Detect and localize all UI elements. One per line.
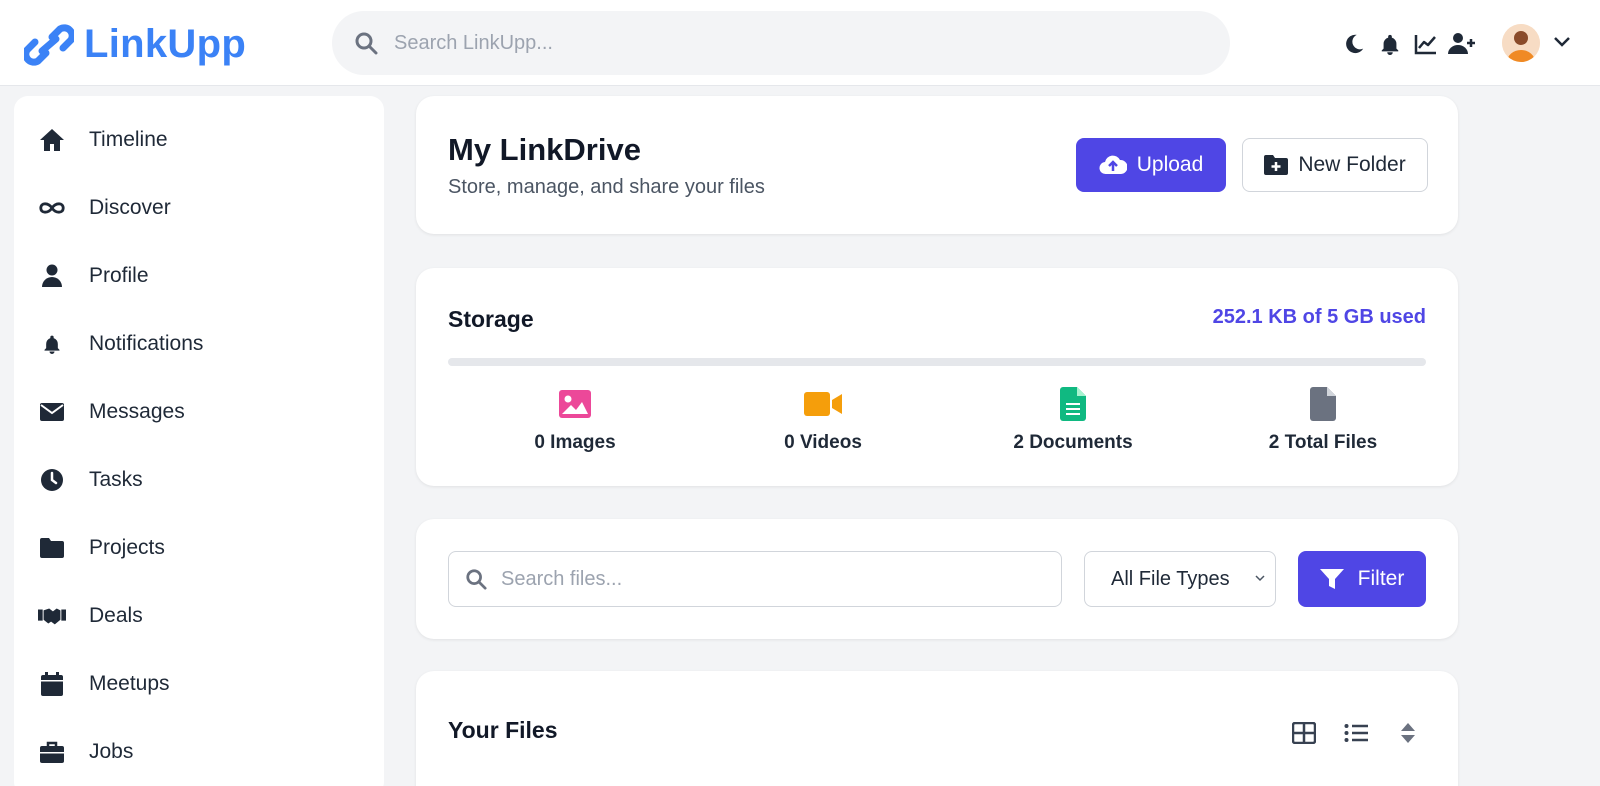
image-icon	[446, 386, 704, 422]
home-icon	[38, 126, 66, 154]
logo[interactable]: LinkUpp	[24, 22, 246, 67]
sidebar-item-tasks[interactable]: Tasks	[14, 450, 384, 510]
sort-button[interactable]	[1394, 719, 1422, 747]
folder-icon	[38, 534, 66, 562]
sidebar-item-label: Tasks	[89, 468, 143, 491]
global-search	[332, 11, 1230, 75]
file-type-selected: All File Types	[1111, 567, 1230, 590]
sidebar-item-jobs[interactable]: Jobs	[14, 722, 384, 782]
file-type-select[interactable]: All File Types	[1084, 551, 1276, 607]
top-header: LinkUpp	[0, 0, 1600, 86]
sidebar-item-meetups[interactable]: Meetups	[14, 654, 384, 714]
dark-mode-toggle[interactable]	[1336, 28, 1372, 60]
file-icon	[1198, 386, 1448, 422]
sidebar-item-deals[interactable]: Deals	[14, 586, 384, 646]
files-card: Your Files	[416, 671, 1458, 786]
sidebar-item-label: Projects	[89, 536, 165, 559]
sort-icon	[1401, 723, 1415, 743]
filter-card: All File Types Filter	[416, 519, 1458, 639]
storage-card: Storage 252.1 KB of 5 GB used 0 Images 0…	[416, 268, 1458, 486]
chart-line-icon	[1414, 35, 1436, 55]
app-name: LinkUpp	[84, 22, 247, 66]
search-icon	[466, 569, 487, 590]
view-controls	[1290, 719, 1422, 747]
stat-label: 0 Images	[534, 432, 616, 453]
user-plus-icon	[1448, 33, 1475, 54]
sidebar-item-timeline[interactable]: Timeline	[14, 110, 384, 170]
video-icon	[698, 386, 948, 422]
sidebar-item-label: Jobs	[89, 740, 134, 763]
sidebar: Timeline Discover Profile Notifications …	[14, 96, 384, 786]
sidebar-item-label: Meetups	[89, 672, 170, 695]
file-search	[448, 551, 1062, 607]
sidebar-item-discover[interactable]: Discover	[14, 178, 384, 238]
stat-documents: 2 Documents	[948, 386, 1198, 454]
handshake-icon	[38, 602, 66, 630]
sidebar-item-label: Profile	[89, 264, 149, 287]
grid-view-button[interactable]	[1290, 719, 1318, 747]
stat-label: 0 Videos	[784, 432, 862, 453]
stat-label: 2 Documents	[1013, 432, 1133, 453]
grid-icon	[1292, 722, 1316, 744]
bell-icon	[38, 330, 66, 358]
page-subtitle: Store, manage, and share your files	[448, 176, 765, 198]
sidebar-item-label: Notifications	[89, 332, 204, 355]
header-actions	[1336, 28, 1480, 60]
document-icon	[948, 386, 1198, 422]
list-view-button[interactable]	[1342, 719, 1370, 747]
moon-icon	[1346, 34, 1364, 54]
stat-total-files: 2 Total Files	[1198, 386, 1448, 454]
upload-button[interactable]: Upload	[1076, 138, 1226, 192]
calendar-icon	[38, 670, 66, 698]
link-icon	[24, 23, 74, 66]
briefcase-icon	[38, 738, 66, 766]
global-search-input[interactable]	[394, 31, 1174, 55]
search-icon	[355, 32, 378, 55]
folder-plus-icon	[1264, 155, 1289, 175]
filter-button[interactable]: Filter	[1298, 551, 1426, 607]
upload-label: Upload	[1136, 153, 1204, 176]
sidebar-item-projects[interactable]: Projects	[14, 518, 384, 578]
envelope-icon	[38, 398, 66, 426]
sidebar-item-label: Discover	[89, 196, 171, 219]
file-search-input[interactable]	[501, 567, 1041, 591]
page-title: My LinkDrive	[448, 132, 641, 167]
analytics-button[interactable]	[1408, 28, 1444, 60]
sidebar-item-profile[interactable]: Profile	[14, 246, 384, 306]
sidebar-item-label: Timeline	[89, 128, 168, 151]
cloud-upload-icon	[1099, 155, 1127, 175]
new-folder-label: New Folder	[1298, 153, 1406, 176]
avatar-image	[1502, 24, 1540, 62]
storage-used-text: 252.1 KB of 5 GB used	[1212, 306, 1426, 328]
account-menu-toggle[interactable]	[1552, 34, 1572, 53]
clock-icon	[38, 466, 66, 494]
sidebar-item-messages[interactable]: Messages	[14, 382, 384, 442]
drive-header-card: My LinkDrive Store, manage, and share yo…	[416, 96, 1458, 234]
filter-label: Filter	[1357, 567, 1405, 590]
chevron-down-icon	[1255, 575, 1265, 582]
funnel-icon	[1319, 569, 1344, 589]
notifications-button[interactable]	[1372, 28, 1408, 60]
stat-label: 2 Total Files	[1268, 432, 1378, 453]
storage-title: Storage	[448, 306, 534, 332]
user-icon	[38, 262, 66, 290]
infinity-icon	[38, 194, 66, 222]
chevron-down-icon	[1554, 37, 1570, 47]
sidebar-item-label: Messages	[89, 400, 185, 423]
add-friend-button[interactable]	[1444, 28, 1480, 60]
bell-icon	[1381, 34, 1399, 55]
sidebar-item-label: Deals	[89, 604, 143, 627]
files-title: Your Files	[448, 717, 558, 743]
stat-videos: 0 Videos	[698, 386, 948, 454]
new-folder-button[interactable]: New Folder	[1242, 138, 1428, 192]
storage-progress-bar	[448, 358, 1426, 366]
list-icon	[1344, 724, 1368, 742]
avatar[interactable]	[1502, 24, 1540, 62]
sidebar-item-notifications[interactable]: Notifications	[14, 314, 384, 374]
stat-images: 0 Images	[446, 386, 704, 454]
